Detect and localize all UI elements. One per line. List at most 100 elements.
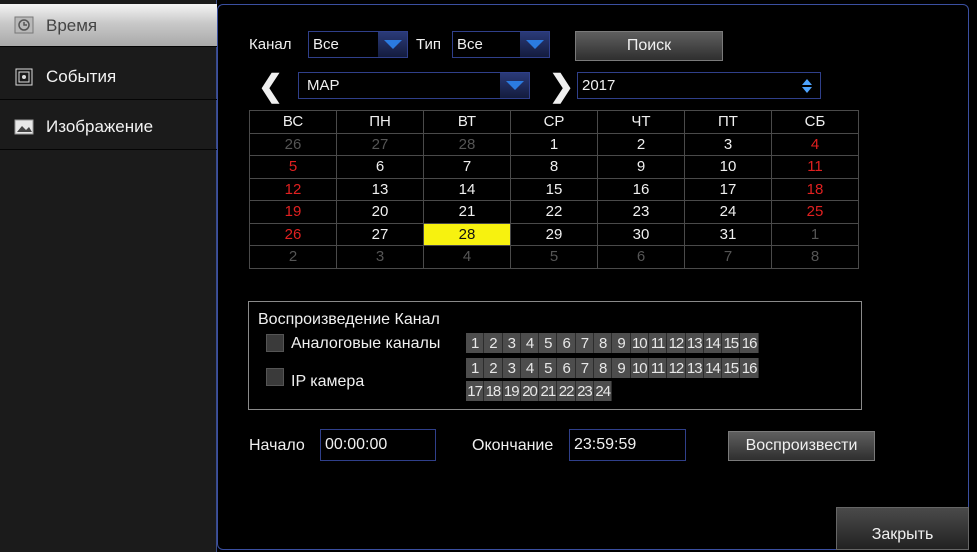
analog-channels-checkbox[interactable] xyxy=(266,334,284,352)
calendar-day[interactable]: 31 xyxy=(684,222,772,246)
event-icon xyxy=(14,68,34,85)
sidebar-item-time[interactable]: Время xyxy=(0,4,217,47)
analog-channel-16[interactable]: 16 xyxy=(740,333,759,353)
ip-channel-14[interactable]: 14 xyxy=(703,358,723,378)
ip-channel-4[interactable]: 4 xyxy=(520,358,540,378)
weekday-thu: ЧТ xyxy=(597,110,685,134)
calendar-day[interactable]: 3 xyxy=(684,132,772,156)
calendar-week-row: 26 27 28 29 30 31 1 xyxy=(249,222,859,246)
ip-channel-21[interactable]: 21 xyxy=(539,381,558,401)
ip-channel-18[interactable]: 18 xyxy=(484,381,503,401)
sidebar-item-image[interactable]: Изображение xyxy=(0,104,217,150)
ip-channel-5[interactable]: 5 xyxy=(539,358,558,378)
ip-channel-8[interactable]: 8 xyxy=(594,358,613,378)
analog-channel-10[interactable]: 10 xyxy=(630,333,649,353)
calendar-day[interactable]: 25 xyxy=(771,200,859,224)
calendar-day[interactable]: 15 xyxy=(510,177,598,201)
calendar-day[interactable]: 22 xyxy=(510,200,598,224)
calendar-day[interactable]: 5 xyxy=(249,155,337,179)
ip-channel-12[interactable]: 12 xyxy=(667,358,686,378)
ip-channel-10[interactable]: 10 xyxy=(630,358,649,378)
end-time-field[interactable]: 23:59:59 xyxy=(569,429,686,461)
analog-channel-7[interactable]: 7 xyxy=(575,333,595,353)
start-time-field[interactable]: 00:00:00 xyxy=(320,429,436,461)
sidebar-item-events[interactable]: События xyxy=(0,54,217,100)
next-month-icon[interactable]: ❯ xyxy=(549,72,574,102)
analog-channel-5[interactable]: 5 xyxy=(539,333,558,353)
ip-channel-16[interactable]: 16 xyxy=(740,358,759,378)
chevron-down-icon[interactable] xyxy=(520,32,549,57)
analog-channel-9[interactable]: 9 xyxy=(612,333,631,353)
ip-channel-15[interactable]: 15 xyxy=(722,358,741,378)
analog-channel-15[interactable]: 15 xyxy=(722,333,741,353)
analog-channel-6[interactable]: 6 xyxy=(557,333,576,353)
sidebar-item-label: Изображение xyxy=(46,117,154,136)
ip-channel-22[interactable]: 22 xyxy=(557,381,576,401)
year-spinner[interactable]: 2017 xyxy=(577,72,821,99)
calendar-day[interactable]: 11 xyxy=(771,155,859,179)
ip-channel-1[interactable]: 1 xyxy=(466,358,485,378)
sidebar-item-label: Время xyxy=(46,15,98,35)
calendar-day: 26 xyxy=(249,132,337,156)
calendar-day[interactable]: 20 xyxy=(336,200,424,224)
calendar-day[interactable]: 21 xyxy=(423,200,511,224)
ip-channel-9[interactable]: 9 xyxy=(612,358,631,378)
ip-channel-19[interactable]: 19 xyxy=(502,381,521,401)
calendar-day[interactable]: 4 xyxy=(771,132,859,156)
type-select[interactable]: Все xyxy=(452,31,550,58)
analog-channel-13[interactable]: 13 xyxy=(685,333,704,353)
calendar-day-selected[interactable]: 28 xyxy=(423,222,511,246)
calendar-day[interactable]: 8 xyxy=(510,155,598,179)
analog-channel-11[interactable]: 11 xyxy=(648,333,668,353)
ip-channel-17[interactable]: 17 xyxy=(466,381,485,401)
chevron-down-icon[interactable] xyxy=(378,32,407,57)
analog-channel-3[interactable]: 3 xyxy=(502,333,521,353)
calendar-day[interactable]: 6 xyxy=(336,155,424,179)
calendar-day[interactable]: 19 xyxy=(249,200,337,224)
calendar-day[interactable]: 12 xyxy=(249,177,337,201)
calendar-day[interactable]: 2 xyxy=(597,132,685,156)
prev-month-icon[interactable]: ❮ xyxy=(258,72,283,102)
analog-channel-8[interactable]: 8 xyxy=(594,333,613,353)
calendar-day[interactable]: 30 xyxy=(597,222,685,246)
year-spin-icon[interactable] xyxy=(795,73,819,99)
ip-channel-20[interactable]: 20 xyxy=(520,381,540,401)
calendar-day: 7 xyxy=(684,245,772,269)
type-select-value: Все xyxy=(457,36,483,53)
analog-channel-12[interactable]: 12 xyxy=(667,333,686,353)
chevron-down-icon[interactable] xyxy=(500,73,529,98)
calendar-day[interactable]: 1 xyxy=(510,132,598,156)
calendar-day[interactable]: 18 xyxy=(771,177,859,201)
calendar-day[interactable]: 24 xyxy=(684,200,772,224)
ip-channel-23[interactable]: 23 xyxy=(575,381,595,401)
ip-camera-checkbox[interactable] xyxy=(266,368,284,386)
calendar-day[interactable]: 26 xyxy=(249,222,337,246)
analog-channel-2[interactable]: 2 xyxy=(484,333,503,353)
analog-channel-14[interactable]: 14 xyxy=(703,333,723,353)
calendar-day[interactable]: 10 xyxy=(684,155,772,179)
ip-channel-7[interactable]: 7 xyxy=(575,358,595,378)
calendar-day[interactable]: 13 xyxy=(336,177,424,201)
calendar-day[interactable]: 7 xyxy=(423,155,511,179)
calendar-day[interactable]: 17 xyxy=(684,177,772,201)
month-select[interactable]: МАР xyxy=(298,72,530,99)
close-button[interactable]: Закрыть xyxy=(836,507,969,550)
calendar-day: 27 xyxy=(336,132,424,156)
calendar-day[interactable]: 29 xyxy=(510,222,598,246)
ip-channel-24[interactable]: 24 xyxy=(594,381,613,401)
calendar-day[interactable]: 9 xyxy=(597,155,685,179)
analog-channel-1[interactable]: 1 xyxy=(466,333,485,353)
channel-select[interactable]: Все xyxy=(308,31,408,58)
search-button[interactable]: Поиск xyxy=(575,31,723,61)
calendar-day[interactable]: 23 xyxy=(597,200,685,224)
calendar-day[interactable]: 27 xyxy=(336,222,424,246)
ip-channel-13[interactable]: 13 xyxy=(685,358,704,378)
calendar-day[interactable]: 14 xyxy=(423,177,511,201)
ip-channel-11[interactable]: 11 xyxy=(648,358,668,378)
ip-channel-3[interactable]: 3 xyxy=(502,358,521,378)
analog-channel-4[interactable]: 4 xyxy=(520,333,540,353)
ip-channel-6[interactable]: 6 xyxy=(557,358,576,378)
play-button[interactable]: Воспроизвести xyxy=(728,431,875,461)
ip-channel-2[interactable]: 2 xyxy=(484,358,503,378)
calendar-day[interactable]: 16 xyxy=(597,177,685,201)
